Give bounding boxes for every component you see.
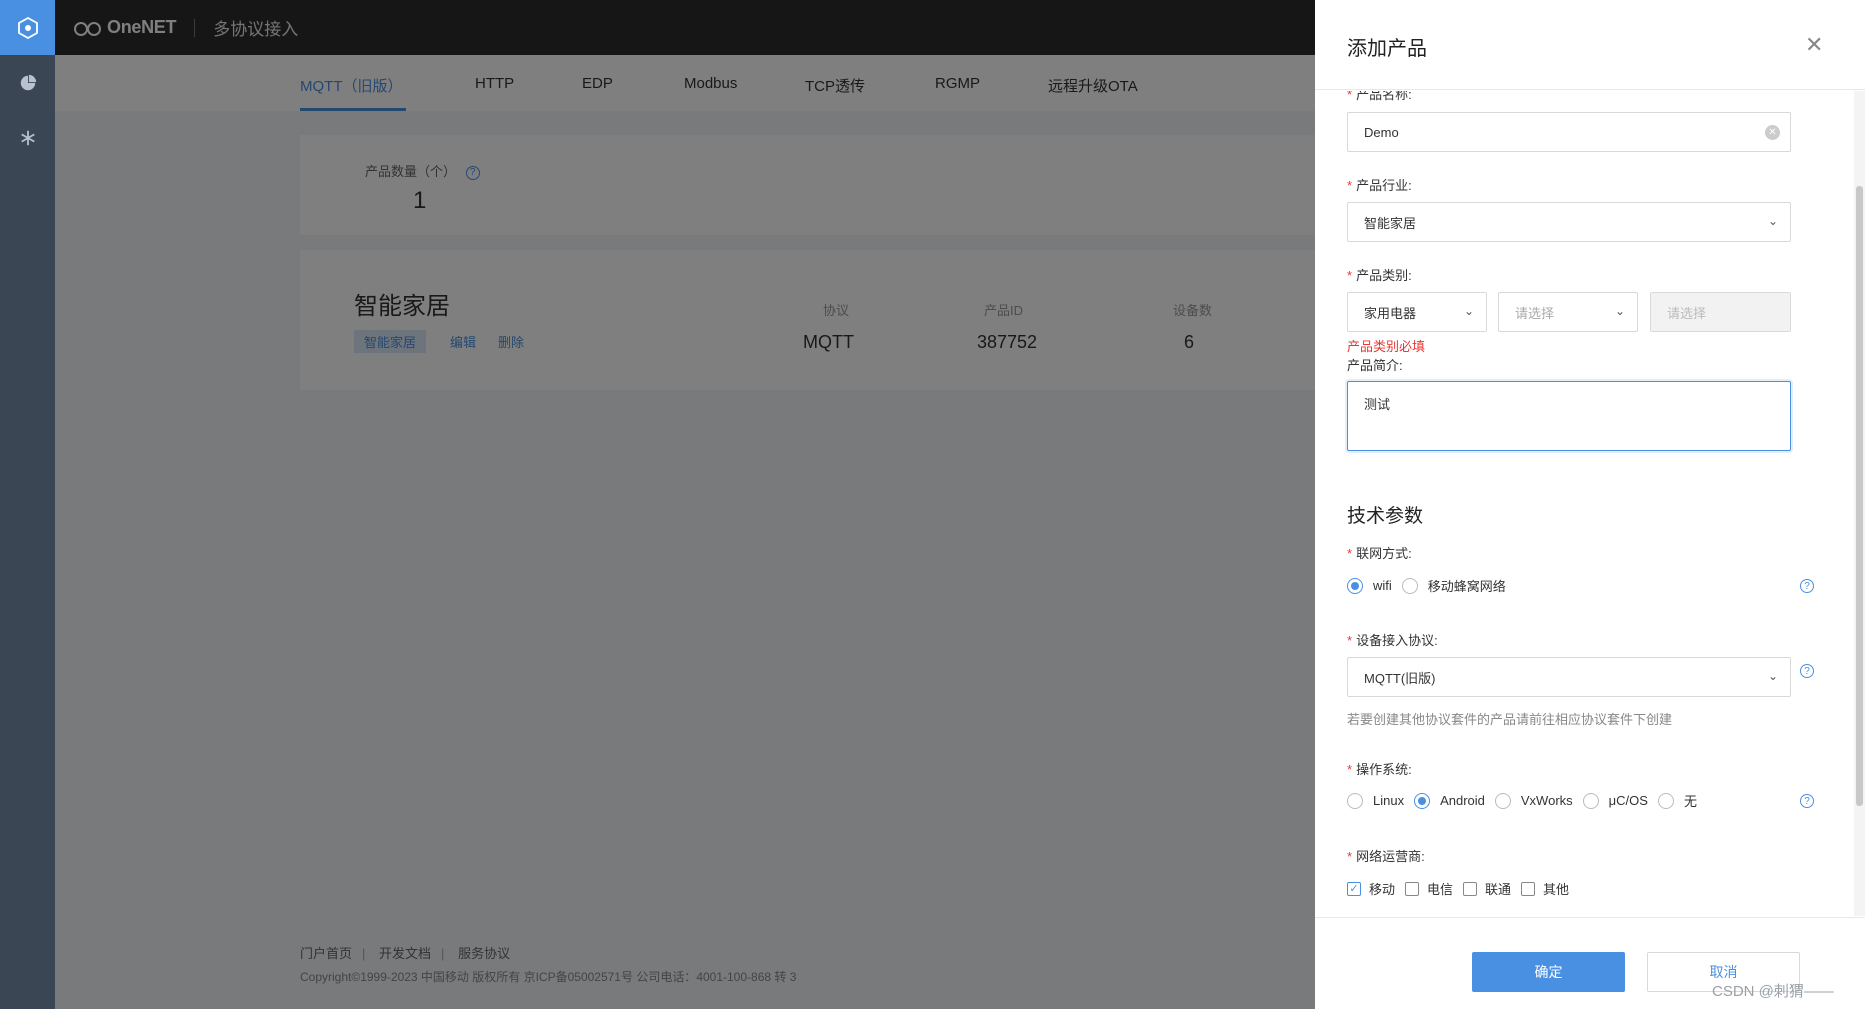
- carrier-checkbox-group: ✓ 移动 电信 联通 其他: [1347, 879, 1579, 898]
- product-name-label: * 产品名称:: [1347, 91, 1412, 102]
- carrier-label: * 网络运营商:: [1347, 849, 1425, 864]
- category-select-3: 请选择: [1650, 292, 1791, 332]
- intro-textarea[interactable]: 测试: [1347, 381, 1791, 451]
- hex-icon[interactable]: [0, 0, 55, 55]
- asterisk-icon[interactable]: [0, 110, 55, 165]
- protocol-select[interactable]: MQTT(旧版) ⌄: [1347, 657, 1791, 697]
- industry-select[interactable]: 智能家居 ⌄: [1347, 202, 1791, 242]
- help-icon[interactable]: ?: [1800, 579, 1814, 593]
- category-label: * 产品类别:: [1347, 268, 1412, 283]
- os-label: * 操作系统:: [1347, 762, 1412, 777]
- chevron-down-icon: ⌄: [1463, 304, 1474, 318]
- os-radio-group: Linux Android VxWorks μC/OS 无: [1347, 791, 1707, 810]
- help-icon[interactable]: ?: [1800, 794, 1814, 808]
- network-radio-group: wifi 移动蜂窝网络: [1347, 576, 1516, 595]
- radio-linux[interactable]: Linux: [1347, 792, 1404, 809]
- clear-icon[interactable]: ✕: [1765, 125, 1780, 140]
- add-product-drawer: 添加产品 ✕ * 产品名称: Demo ✕ * 产品行业: 智能家居 ⌄ * 产品类别…: [1315, 0, 1865, 1009]
- radio-android[interactable]: Android: [1414, 792, 1485, 809]
- radio-cellular[interactable]: 移动蜂窝网络: [1401, 576, 1506, 595]
- checkbox-mobile[interactable]: ✓ 移动: [1347, 879, 1395, 898]
- radio-vxworks[interactable]: VxWorks: [1494, 792, 1573, 809]
- checkbox-other[interactable]: 其他: [1521, 879, 1569, 898]
- protocol-hint: 若要创建其他协议套件的产品请前往相应协议套件下创建: [1347, 712, 1673, 727]
- checkbox-unicom[interactable]: 联通: [1463, 879, 1511, 898]
- radio-ucos[interactable]: μC/OS: [1582, 792, 1648, 809]
- category-select-1[interactable]: 家用电器 ⌄: [1347, 292, 1487, 332]
- checkbox-telecom[interactable]: 电信: [1405, 879, 1453, 898]
- tech-params-title: 技术参数: [1347, 506, 1424, 527]
- chevron-down-icon: ⌄: [1767, 214, 1778, 228]
- chevron-down-icon: ⌄: [1614, 304, 1625, 318]
- category-select-2[interactable]: 请选择 ⌄: [1498, 292, 1638, 332]
- radio-wifi[interactable]: wifi: [1347, 577, 1392, 594]
- close-icon[interactable]: ✕: [1805, 32, 1823, 58]
- drawer-body[interactable]: * 产品名称: Demo ✕ * 产品行业: 智能家居 ⌄ * 产品类别: 家用电器 …: [1315, 91, 1865, 916]
- product-name-input[interactable]: Demo ✕: [1347, 112, 1791, 152]
- intro-label: 产品简介:: [1347, 358, 1403, 373]
- network-label: * 联网方式:: [1347, 546, 1412, 561]
- chevron-down-icon: ⌄: [1767, 669, 1778, 683]
- confirm-button[interactable]: 确定: [1472, 952, 1625, 992]
- industry-label: * 产品行业:: [1347, 178, 1412, 193]
- category-error: 产品类别必填: [1347, 339, 1426, 354]
- protocol-label: * 设备接入协议:: [1347, 633, 1438, 648]
- left-rail: [0, 0, 55, 1009]
- help-icon[interactable]: ?: [1800, 664, 1814, 678]
- watermark: CSDN @刺猬——: [1712, 983, 1834, 1000]
- pie-chart-icon[interactable]: [0, 55, 55, 110]
- drawer-header: 添加产品 ✕: [1315, 0, 1865, 90]
- drawer-scrollbar-thumb[interactable]: [1856, 186, 1863, 806]
- radio-none[interactable]: 无: [1657, 791, 1697, 810]
- drawer-title: 添加产品: [1347, 38, 1427, 60]
